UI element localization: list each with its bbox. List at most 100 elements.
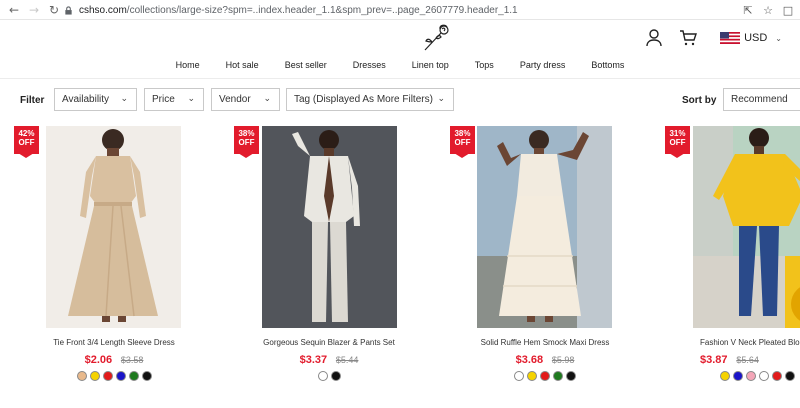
tag-filter-label: Tag (Displayed As More Filters) <box>294 94 433 105</box>
product-prices: $3.87 $5.64 <box>700 354 800 366</box>
vendor-filter-label: Vendor <box>219 94 251 105</box>
nav-party-dress[interactable]: Party dress <box>520 60 566 70</box>
color-swatch[interactable] <box>553 371 563 381</box>
color-swatches <box>445 371 645 381</box>
nav-linen-top[interactable]: Linen top <box>412 60 449 70</box>
color-swatches <box>720 371 800 381</box>
discount-badge: 31% OFF <box>665 126 690 158</box>
site-header: USD ⌄ Home Hot sale Best seller Dresses … <box>0 20 800 78</box>
shopping-cart-icon[interactable] <box>678 28 698 48</box>
product-image[interactable] <box>262 126 397 328</box>
color-swatch[interactable] <box>89 371 100 381</box>
product-image[interactable] <box>46 126 181 328</box>
address-bar[interactable]: cshso.com/collections/large-size?spm=..i… <box>60 0 760 20</box>
sale-price: $2.06 <box>84 354 113 366</box>
back-arrow-icon[interactable]: ← <box>6 2 22 18</box>
color-swatch[interactable] <box>115 371 126 381</box>
lock-icon <box>65 5 72 15</box>
tag-filter[interactable]: Tag (Displayed As More Filters) ⌄ <box>286 88 454 111</box>
filter-label: Filter <box>20 95 45 106</box>
vendor-filter[interactable]: Vendor ⌄ <box>211 88 280 111</box>
availability-filter-label: Availability <box>62 94 110 105</box>
sort-select-value: Recommend <box>731 94 788 105</box>
discount-off: OFF <box>238 138 255 147</box>
browser-toolbar: ← → ↻ cshso.com/collections/large-size?s… <box>0 0 800 20</box>
share-icon[interactable]: ⇱ <box>740 2 756 18</box>
nav-hot-sale[interactable]: Hot sale <box>226 60 259 70</box>
discount-percent: 38% <box>238 129 255 138</box>
sale-price: $3.68 <box>515 354 544 366</box>
original-price: $5.98 <box>551 355 575 365</box>
discount-percent: 31% <box>669 129 686 138</box>
color-swatch[interactable] <box>540 371 550 381</box>
color-swatch[interactable] <box>527 371 537 381</box>
color-swatch[interactable] <box>720 371 730 381</box>
original-price: $3.58 <box>120 355 144 365</box>
bookmark-star-icon[interactable]: ☆ <box>760 2 776 18</box>
main-navigation: Home Hot sale Best seller Dresses Linen … <box>0 60 800 70</box>
color-swatch[interactable] <box>514 371 524 381</box>
product-image[interactable] <box>477 126 612 328</box>
sort-by-label: Sort by <box>682 95 717 106</box>
color-swatch[interactable] <box>128 371 139 381</box>
product-prices: $3.37 $5.44 <box>229 354 429 366</box>
url-path: /collections/large-size?spm=..index.head… <box>126 4 518 16</box>
discount-badge: 42% OFF <box>14 126 39 158</box>
color-swatch[interactable] <box>746 371 756 381</box>
product-name[interactable]: Gorgeous Sequin Blazer & Pants Set <box>229 338 429 347</box>
nav-best-seller[interactable]: Best seller <box>285 60 327 70</box>
color-swatch[interactable] <box>566 371 576 381</box>
nav-tops[interactable]: Tops <box>475 60 494 70</box>
color-swatch[interactable] <box>102 371 113 381</box>
discount-percent: 38% <box>454 129 471 138</box>
product-prices: $2.06 $3.58 <box>14 354 214 366</box>
sale-price: $3.37 <box>299 354 328 366</box>
color-swatches <box>229 371 429 381</box>
color-swatch[interactable] <box>76 371 87 381</box>
sort-select[interactable]: Recommend <box>723 88 800 111</box>
us-flag-icon <box>720 32 741 44</box>
discount-badge: 38% OFF <box>450 126 475 158</box>
url-host: cshso.com <box>79 4 127 16</box>
product-image[interactable] <box>693 126 800 328</box>
product-prices: $3.68 $5.98 <box>445 354 645 366</box>
chevron-down-icon: ⌄ <box>120 94 128 104</box>
product-name[interactable]: Fashion V Neck Pleated Blouse <box>700 338 800 347</box>
sale-price: $3.87 <box>700 354 728 366</box>
color-swatch[interactable] <box>759 371 769 381</box>
forward-arrow-icon[interactable]: → <box>26 2 42 18</box>
original-price: $5.64 <box>736 355 759 365</box>
availability-filter[interactable]: Availability ⌄ <box>54 88 137 111</box>
discount-percent: 42% <box>18 129 35 138</box>
url-text: cshso.com/collections/large-size?spm=..i… <box>79 5 518 16</box>
account-user-icon[interactable] <box>644 28 664 48</box>
chevron-down-icon: ⌄ <box>437 94 445 104</box>
price-filter-label: Price <box>152 94 175 105</box>
discount-off: OFF <box>669 138 686 147</box>
nav-dresses[interactable]: Dresses <box>353 60 386 70</box>
chevron-down-icon: ⌄ <box>263 94 271 104</box>
color-swatch[interactable] <box>785 371 795 381</box>
color-swatch[interactable] <box>772 371 782 381</box>
color-swatch[interactable] <box>330 371 341 381</box>
nav-bottoms[interactable]: Bottoms <box>591 60 624 70</box>
color-swatch[interactable] <box>733 371 743 381</box>
nav-home[interactable]: Home <box>176 60 200 70</box>
color-swatches <box>14 371 214 381</box>
chevron-down-icon: ⌄ <box>775 33 782 43</box>
rose-logo-icon[interactable] <box>421 23 453 53</box>
product-name[interactable]: Tie Front 3/4 Length Sleeve Dress <box>14 338 214 347</box>
original-price: $5.44 <box>335 355 359 365</box>
price-filter[interactable]: Price ⌄ <box>144 88 204 111</box>
color-swatch[interactable] <box>317 371 328 381</box>
discount-off: OFF <box>454 138 471 147</box>
product-name[interactable]: Solid Ruffle Hem Smock Maxi Dress <box>445 338 645 347</box>
chevron-down-icon: ⌄ <box>187 94 195 104</box>
discount-off: OFF <box>18 138 35 147</box>
currency-label: USD <box>744 32 768 44</box>
tab-search-icon[interactable]: □ <box>780 2 796 18</box>
discount-badge: 38% OFF <box>234 126 259 158</box>
currency-selector[interactable]: USD ⌄ <box>720 32 782 44</box>
filter-bar: Filter Availability ⌄ Price ⌄ Vendor ⌄ Tag … <box>0 78 800 124</box>
color-swatch[interactable] <box>141 371 152 381</box>
